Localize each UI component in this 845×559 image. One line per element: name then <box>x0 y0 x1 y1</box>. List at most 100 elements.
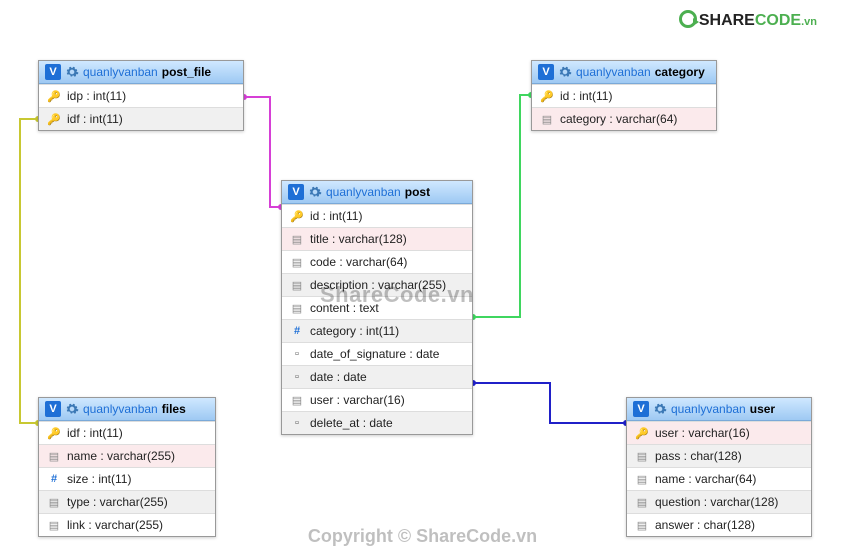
field-text: title : varchar(128) <box>310 232 407 246</box>
field-text: id : int(11) <box>560 89 612 103</box>
view-badge-icon: V <box>45 64 61 80</box>
brand-dark: SHARE <box>699 12 755 29</box>
field-row[interactable]: 🔑 idf : int(11) <box>39 421 215 444</box>
field-text: category : varchar(64) <box>560 112 677 126</box>
field-row[interactable]: ▤ link : varchar(255) <box>39 513 215 536</box>
view-badge-icon: V <box>45 401 61 417</box>
field-text: name : varchar(64) <box>655 472 756 486</box>
view-badge-icon: V <box>633 401 649 417</box>
schema-label: quanlyvanban <box>576 65 651 79</box>
field-text: pass : char(128) <box>655 449 742 463</box>
field-row[interactable]: ▤ pass : char(128) <box>627 444 811 467</box>
field-row[interactable]: ▤type : varchar(255) <box>39 490 215 513</box>
table-body: 🔑 user : varchar(16) ▤ pass : char(128) ▤ nam… <box>627 421 811 536</box>
table-body: 🔑 idf : int(11) ▤ name : varchar(255) # size … <box>39 421 215 536</box>
number-icon: # <box>47 473 61 485</box>
column-icon: ▤ <box>47 496 61 509</box>
field-text: question : varchar(128) <box>655 495 778 509</box>
view-badge-icon: V <box>288 184 304 200</box>
field-row[interactable]: ▤ answer : char(128) <box>627 513 811 536</box>
table-header[interactable]: V quanlyvanban post_file <box>39 61 243 84</box>
field-row[interactable]: 🔑 id : int(11) <box>532 84 716 107</box>
field-text: user : varchar(16) <box>655 426 750 440</box>
field-row[interactable]: ▤content : text <box>282 296 472 319</box>
column-icon: ▤ <box>635 496 649 509</box>
field-text: name : varchar(255) <box>67 449 175 463</box>
field-text: user : varchar(16) <box>310 393 405 407</box>
table-name: post <box>405 185 430 199</box>
column-icon: ▤ <box>635 473 649 486</box>
key-icon: 🔑 <box>635 427 649 440</box>
field-row[interactable]: 🔑 id : int(11) <box>282 204 472 227</box>
field-text: id : int(11) <box>310 209 362 223</box>
field-row[interactable]: ▤ description : varchar(255) <box>282 273 472 296</box>
field-text: idp : int(11) <box>67 89 126 103</box>
field-text: size : int(11) <box>67 472 131 486</box>
field-row[interactable]: 🔑idf : int(11) <box>39 107 243 130</box>
table-post-file[interactable]: V quanlyvanban post_file 🔑idp : int(11)🔑… <box>38 60 244 131</box>
table-post[interactable]: V quanlyvanban post 🔑id : int(11)▤title … <box>281 180 473 435</box>
field-row[interactable]: # category : int(11) <box>282 319 472 342</box>
table-category[interactable]: V quanlyvanban category 🔑 id : int(11) ▤ ca… <box>531 60 717 131</box>
schema-label: quanlyvanban <box>326 185 401 199</box>
table-files[interactable]: V quanlyvanban files 🔑 idf : int(11) ▤ name… <box>38 397 216 537</box>
table-user[interactable]: V quanlyvanban user 🔑 user : varchar(16) ▤… <box>626 397 812 537</box>
column-icon: ▤ <box>635 450 649 463</box>
number-icon: # <box>290 325 304 337</box>
field-text: date_of_signature : date <box>310 347 439 361</box>
field-row[interactable]: 🔑 user : varchar(16) <box>627 421 811 444</box>
field-text: description : varchar(255) <box>310 278 446 292</box>
date-icon: ▫ <box>290 348 304 360</box>
table-header[interactable]: V quanlyvanban category <box>532 61 716 84</box>
field-row[interactable]: ▤ name : varchar(64) <box>627 467 811 490</box>
gear-icon[interactable] <box>308 185 322 199</box>
brand-vn: .vn <box>801 16 817 28</box>
schema-label: quanlyvanban <box>83 65 158 79</box>
date-icon: ▫ <box>290 371 304 383</box>
field-row[interactable]: ▤title : varchar(128) <box>282 227 472 250</box>
field-text: answer : char(128) <box>655 518 755 532</box>
column-icon: ▤ <box>540 113 554 126</box>
field-text: link : varchar(255) <box>67 518 163 532</box>
table-header[interactable]: V quanlyvanban files <box>39 398 215 421</box>
schema-label: quanlyvanban <box>83 402 158 416</box>
key-icon: 🔑 <box>290 210 304 223</box>
field-row[interactable]: ▤ category : varchar(64) <box>532 107 716 130</box>
field-text: category : int(11) <box>310 324 399 338</box>
field-text: date : date <box>310 370 367 384</box>
field-row[interactable]: 🔑 idp : int(11) <box>39 84 243 107</box>
field-row[interactable]: ▫ date : date <box>282 365 472 388</box>
field-text: delete_at : date <box>310 416 393 430</box>
schema-label: quanlyvanban <box>671 402 746 416</box>
field-text: idf : int(11) <box>67 112 123 126</box>
gear-icon[interactable] <box>653 402 667 416</box>
field-row[interactable]: ▤code : varchar(64) <box>282 250 472 273</box>
table-header[interactable]: V quanlyvanban user <box>627 398 811 421</box>
recycle-icon <box>679 10 697 28</box>
column-icon: ▤ <box>290 394 304 407</box>
view-badge-icon: V <box>538 64 554 80</box>
column-icon: ▤ <box>47 519 61 532</box>
gear-icon[interactable] <box>65 402 79 416</box>
key-icon: 🔑 <box>47 90 61 103</box>
column-icon: ▤ <box>635 519 649 532</box>
table-header[interactable]: V quanlyvanban post <box>282 181 472 204</box>
field-row[interactable]: ▤ question : varchar(128) <box>627 490 811 513</box>
field-row[interactable]: # size : int(11) <box>39 467 215 490</box>
field-text: idf : int(11) <box>67 426 123 440</box>
gear-icon[interactable] <box>65 65 79 79</box>
brand-logo: SHARECODE.vn <box>679 10 817 30</box>
field-row[interactable]: ▤ name : varchar(255) <box>39 444 215 467</box>
field-row[interactable]: ▫ date_of_signature : date <box>282 342 472 365</box>
table-body: 🔑id : int(11)▤title : varchar(128)▤code … <box>282 204 472 434</box>
column-icon: ▤ <box>290 279 304 292</box>
column-icon: ▤ <box>47 450 61 463</box>
field-row[interactable]: ▤ user : varchar(16) <box>282 388 472 411</box>
key-icon: 🔑 <box>47 427 61 440</box>
key-icon: 🔑 <box>540 90 554 103</box>
field-row[interactable]: ▫delete_at : date <box>282 411 472 434</box>
field-text: code : varchar(64) <box>310 255 407 269</box>
table-name: user <box>750 402 775 416</box>
gear-icon[interactable] <box>558 65 572 79</box>
table-body: 🔑 idp : int(11) 🔑idf : int(11) <box>39 84 243 130</box>
